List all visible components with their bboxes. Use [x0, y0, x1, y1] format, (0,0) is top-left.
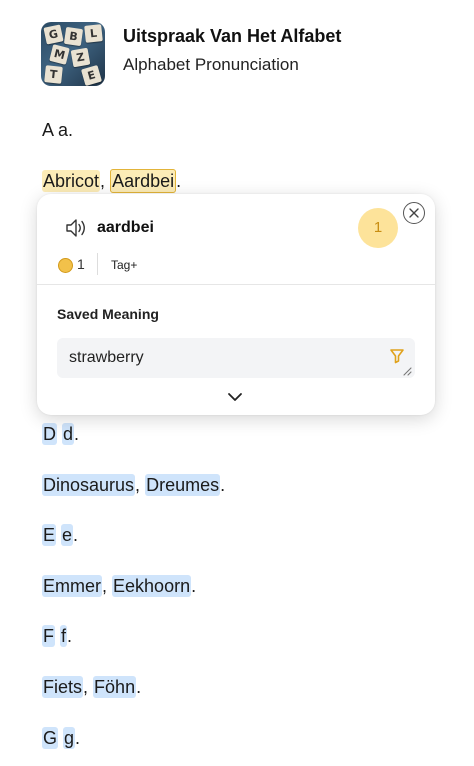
meaning-text: strawberry: [69, 349, 144, 366]
separator: ,: [100, 171, 106, 191]
word-dreumes[interactable]: Dreumes: [145, 474, 221, 496]
saved-meaning-label: Saved Meaning: [57, 306, 159, 322]
word-aardbei[interactable]: Aardbei: [110, 169, 177, 193]
coin-count: 1: [77, 256, 85, 272]
letter-text: A a.: [42, 120, 74, 140]
separator: ,: [102, 576, 108, 596]
lesson-thumbnail: G B L M Z T E: [41, 22, 105, 86]
filter-icon[interactable]: [389, 348, 405, 364]
thumbnail-tile: M: [49, 44, 70, 65]
close-button[interactable]: [403, 202, 425, 224]
word-e-lower[interactable]: e: [61, 524, 74, 546]
word-d-lower[interactable]: d: [62, 423, 75, 445]
letter-line-a: A a.: [42, 120, 73, 141]
word-emmer[interactable]: Emmer: [42, 575, 102, 597]
divider: [37, 284, 435, 285]
period: .: [74, 424, 80, 444]
word-level-badge[interactable]: 1: [358, 208, 398, 248]
word-fiets[interactable]: Fiets: [42, 676, 84, 698]
word-popup: aardbei 1 1 Tag+ Saved Meaning strawberr…: [37, 194, 435, 415]
word-fohn[interactable]: Föhn: [93, 676, 137, 698]
lesson-subtitle: Alphabet Pronunciation: [123, 55, 299, 74]
letter-line-e: E e.: [42, 524, 79, 546]
coin-icon: [58, 258, 73, 273]
word-dinosaurus[interactable]: Dinosaurus: [42, 474, 136, 496]
resize-handle-icon[interactable]: [402, 366, 412, 376]
word-line-e: Emmer, Eekhoorn.: [42, 575, 197, 597]
add-tag-button[interactable]: Tag+: [111, 258, 137, 272]
thumbnail-tile: G: [43, 24, 64, 45]
period: .: [191, 576, 197, 596]
popup-word: aardbei: [97, 219, 154, 236]
thumbnail-tile: E: [80, 64, 103, 86]
period: .: [176, 171, 182, 191]
word-line-d: Dinosaurus, Dreumes.: [42, 474, 226, 496]
lesson-title: Uitspraak Van Het Alfabet: [123, 26, 342, 46]
thumbnail-tile: L: [84, 24, 103, 43]
word-abricot[interactable]: Abricot: [42, 170, 101, 192]
word-g-upper[interactable]: G: [42, 727, 59, 749]
word-line-a: Abricot, Aardbei.: [42, 169, 182, 193]
word-f-upper[interactable]: F: [42, 625, 55, 647]
meaning-field[interactable]: strawberry: [57, 338, 415, 378]
letter-line-g: G g.: [42, 727, 81, 749]
word-e-upper[interactable]: E: [42, 524, 57, 546]
close-icon: [409, 208, 419, 218]
letter-line-d: D d.: [42, 423, 80, 445]
word-line-f: Fiets, Föhn.: [42, 676, 142, 698]
period: .: [75, 728, 81, 748]
word-f-lower[interactable]: f: [60, 625, 68, 647]
divider: [97, 253, 98, 275]
period: .: [67, 626, 73, 646]
word-g-lower[interactable]: g: [63, 727, 76, 749]
lesson-header: G B L M Z T E Uitspraak Van Het Alfabet …: [41, 22, 461, 88]
separator: ,: [83, 677, 89, 697]
letter-line-f: F f.: [42, 625, 73, 647]
word-d-upper[interactable]: D: [42, 423, 57, 445]
thumbnail-tile: B: [63, 26, 84, 47]
thumbnail-tile: T: [44, 65, 63, 84]
speaker-icon[interactable]: [65, 217, 89, 239]
chevron-down-icon[interactable]: [227, 392, 243, 402]
period: .: [73, 525, 79, 545]
thumbnail-tile: Z: [70, 47, 91, 68]
period: .: [220, 475, 226, 495]
word-eekhoorn[interactable]: Eekhoorn: [112, 575, 192, 597]
separator: ,: [135, 475, 141, 495]
period: .: [136, 677, 142, 697]
